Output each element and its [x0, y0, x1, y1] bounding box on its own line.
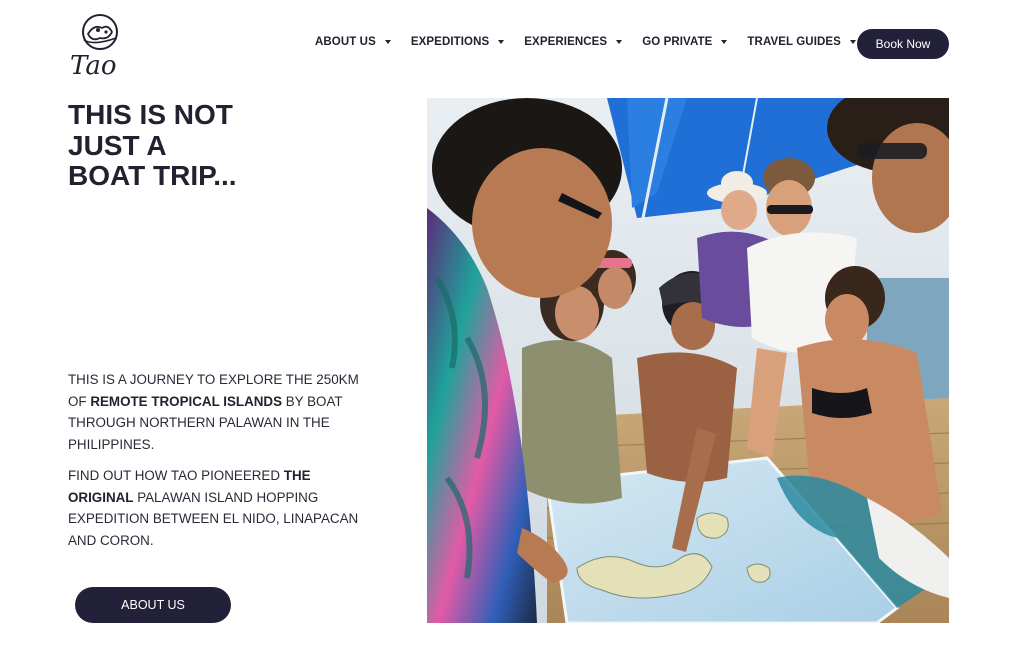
history-paragraph: FIND OUT HOW TAO PIONEERED THE ORIGINAL … — [68, 465, 373, 551]
chevron-down-icon — [498, 40, 505, 44]
nav-expeditions[interactable]: EXPEDITIONS — [410, 36, 505, 48]
nav-go-private[interactable]: GO PRIVATE — [642, 36, 728, 48]
hero-title-line: THIS IS NOT — [68, 99, 233, 130]
nav-about-us-label: ABOUT US — [315, 36, 376, 48]
chevron-down-icon — [721, 40, 728, 44]
nav-experiences-label: EXPERIENCES — [524, 36, 608, 48]
nav-expeditions-label: EXPEDITIONS — [410, 36, 490, 48]
tao-logo-mark: Tao — [70, 14, 118, 81]
about-us-button[interactable]: ABOUT US — [75, 587, 231, 623]
nav-travel-guides-label: TRAVEL GUIDES — [747, 36, 841, 48]
chevron-down-icon — [849, 40, 856, 44]
hero-title-line: JUST A — [68, 129, 167, 161]
nav-experiences[interactable]: EXPERIENCES — [524, 36, 623, 48]
nav-go-private-label: GO PRIVATE — [642, 36, 713, 48]
logo-text: Tao — [70, 51, 116, 78]
nav-travel-guides[interactable]: TRAVEL GUIDES — [747, 36, 856, 48]
group-map-photo — [427, 98, 949, 623]
intro-paragraph: THIS IS A JOURNEY TO EXPLORE THE 250KM O… — [68, 369, 373, 455]
nav-about-us[interactable]: ABOUT US — [315, 36, 391, 48]
book-now-button[interactable]: Book Now — [857, 29, 949, 59]
hero-photo — [427, 98, 949, 623]
main-nav: ABOUT US EXPEDITIONS EXPERIENCES GO PRIV… — [315, 36, 876, 48]
hero-title-line: BOAT TRIP... — [68, 160, 237, 191]
intro-highlight: REMOTE TROPICAL ISLANDS — [90, 393, 283, 409]
chevron-down-icon — [384, 40, 391, 44]
history-text-start: FIND OUT HOW TAO PIONEERED — [68, 468, 284, 483]
hero-title: THIS IS NOT JUST A BOAT TRIP... — [68, 99, 308, 192]
logo[interactable]: Tao — [64, 10, 128, 81]
chevron-down-icon — [616, 40, 623, 44]
